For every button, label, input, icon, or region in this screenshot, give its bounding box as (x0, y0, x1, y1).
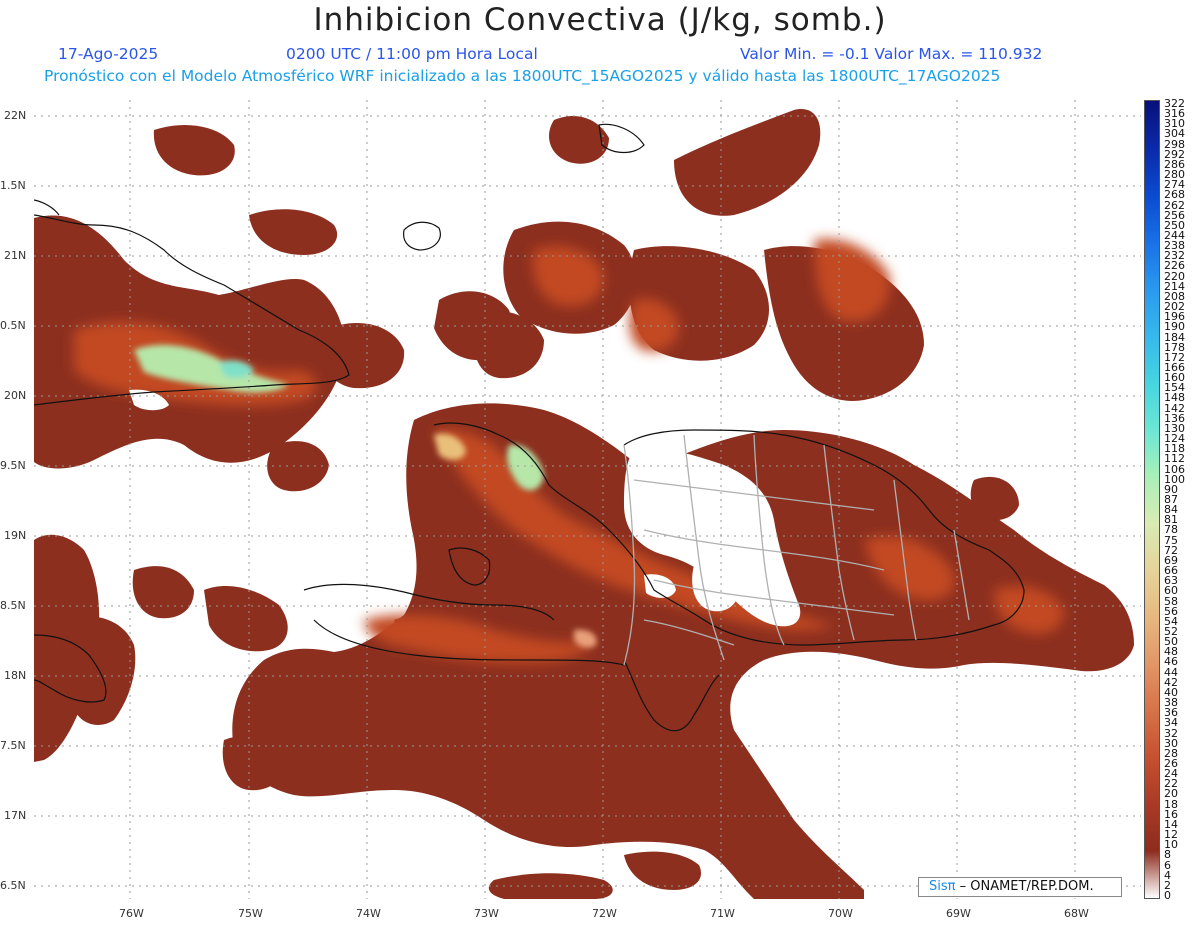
colorbar (1144, 100, 1160, 899)
colorbar-tick-label: 0 (1164, 889, 1171, 902)
lat-label: 8.5N (0, 599, 26, 612)
forecast-date: 17-Ago-2025 (58, 45, 159, 63)
chart-title: Inhibicion Convectiva (J/kg, somb.) (313, 2, 887, 38)
lat-label: 9.5N (0, 459, 26, 472)
value-min-max: Valor Min. = -0.1 Valor Max. = 110.932 (740, 45, 1043, 63)
map-canvas (34, 100, 1141, 899)
lon-label: 72W (592, 907, 617, 920)
lat-label: 18N (4, 669, 27, 682)
lat-label: 21N (4, 249, 27, 262)
lat-label: 1.5N (0, 179, 26, 192)
lon-label: 73W (474, 907, 499, 920)
lon-label: 70W (828, 907, 853, 920)
forecast-description: Pronóstico con el Modelo Atmosférico WRF… (44, 67, 1001, 85)
lat-label: 6.5N (0, 879, 26, 892)
lat-label: 22N (4, 109, 27, 122)
lat-label: 17N (4, 809, 27, 822)
credit-org: – ONAMET/REP.DOM. (959, 879, 1094, 894)
lon-label: 76W (119, 907, 144, 920)
lon-label: 71W (710, 907, 735, 920)
lon-label: 74W (356, 907, 381, 920)
lon-label: 69W (946, 907, 971, 920)
lat-label: 19N (4, 529, 27, 542)
lon-label: 68W (1064, 907, 1089, 920)
forecast-time: 0200 UTC / 11:00 pm Hora Local (286, 45, 538, 63)
lat-label: 0.5N (0, 319, 26, 332)
lon-label: 75W (238, 907, 263, 920)
lat-label: 20N (4, 389, 27, 402)
cin-shaded-field (34, 109, 1135, 899)
credit-box: Sisπ – ONAMET/REP.DOM. (918, 877, 1122, 897)
cin-map (34, 100, 1141, 899)
sispi-logo-text: Sisπ (929, 879, 956, 894)
lat-label: 7.5N (0, 739, 26, 752)
